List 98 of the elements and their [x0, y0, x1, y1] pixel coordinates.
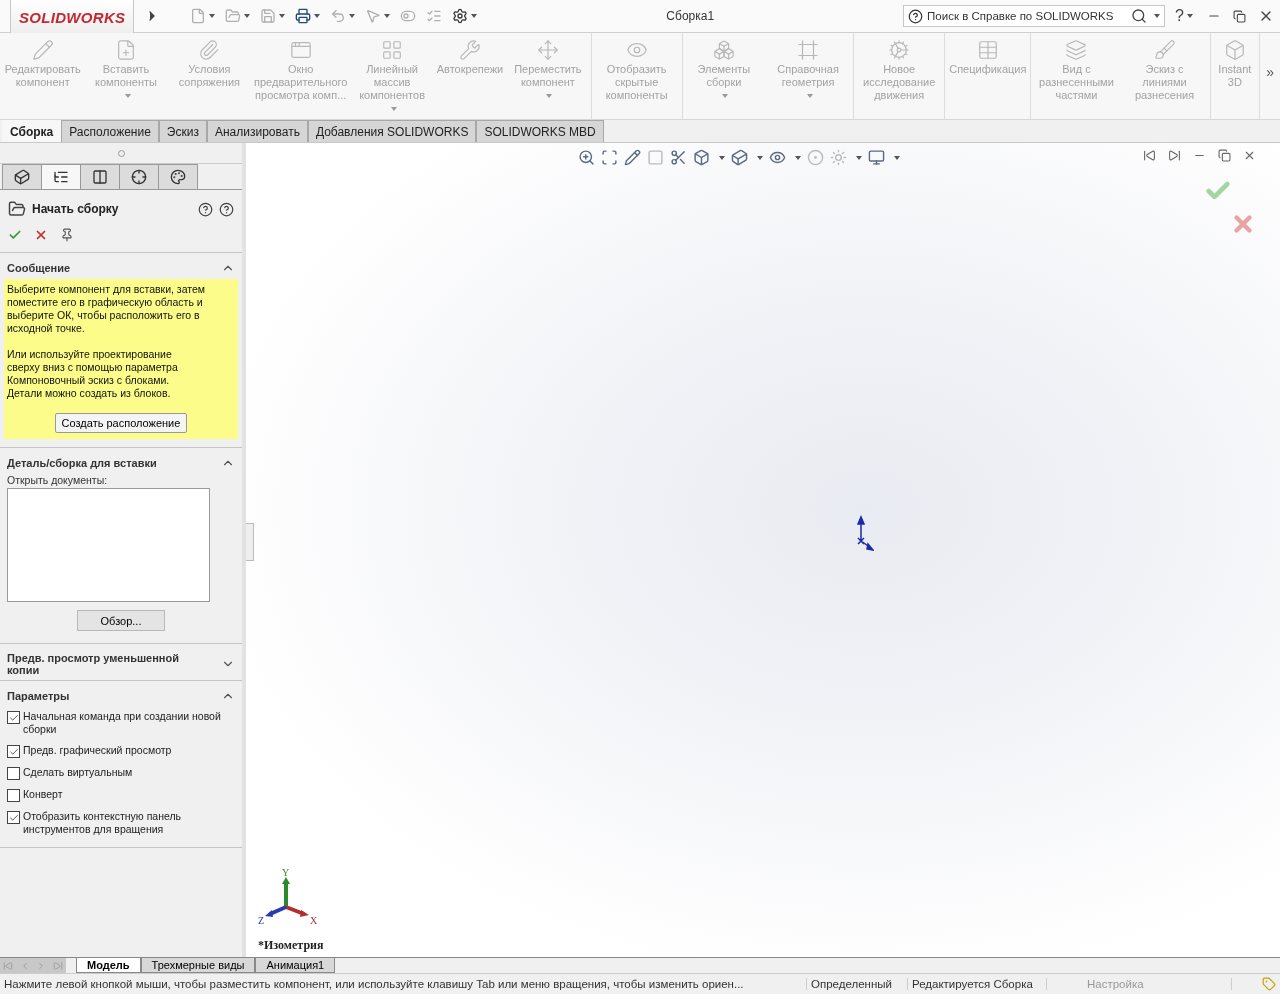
- browse-button[interactable]: Обзор...: [77, 610, 165, 631]
- cancel-icon[interactable]: [34, 228, 48, 242]
- model-tab[interactable]: Анимация1: [255, 958, 336, 973]
- axis-label: Y: [282, 869, 290, 878]
- file-plus-icon: [115, 39, 137, 61]
- view-name: *Изометрия: [258, 938, 324, 953]
- units-menu[interactable]: Настройка: [1047, 978, 1232, 990]
- status-mode: Редактируется Сборка: [908, 978, 1047, 990]
- logo: SOLIDWORKS: [10, 0, 135, 35]
- checkbox[interactable]: [7, 789, 20, 802]
- boxes-icon: [712, 39, 735, 61]
- cube-icon: [14, 169, 30, 185]
- status-state: Определенный: [807, 978, 908, 990]
- create-layout-button[interactable]: Создать расположение: [54, 413, 188, 433]
- scissors-icon[interactable]: [670, 149, 687, 166]
- overflow-button[interactable]: »: [1260, 63, 1280, 81]
- settings-icon[interactable]: [452, 8, 469, 24]
- panel-tab[interactable]: [41, 164, 81, 189]
- panel-tab[interactable]: [158, 164, 198, 189]
- checkbox[interactable]: [7, 711, 20, 724]
- ok-icon[interactable]: [8, 228, 22, 242]
- graphics-area[interactable]: Y Z X *Изометрия: [246, 143, 1280, 957]
- field-label: Открыть документы:: [6, 474, 109, 488]
- eye-icon[interactable]: [769, 149, 786, 166]
- window-title: Сборка1: [665, 9, 716, 23]
- folder-icon: [8, 200, 26, 218]
- cog-icon: [888, 39, 911, 61]
- printer-icon[interactable]: [295, 8, 312, 24]
- command-tab[interactable]: Расположение: [61, 120, 159, 142]
- origin-drawing: [854, 515, 874, 551]
- grid-icon: [381, 39, 404, 61]
- help-icon[interactable]: [198, 201, 213, 217]
- command-tab[interactable]: Добавления SOLIDWORKS: [307, 120, 477, 142]
- axis-label: Z: [258, 915, 265, 925]
- status-message: Нажмите левой кнопкой мыши, чтобы разместить компонент, или используйте клавишу Tab или меню вращения, чтобы изменить ориен...: [0, 978, 807, 990]
- section-title: Сообщение: [7, 262, 71, 274]
- axis-triad-drawing: [265, 877, 309, 917]
- help-button[interactable]: ?: [1175, 7, 1184, 25]
- pencil-icon: [31, 39, 54, 61]
- pencil-icon[interactable]: [624, 149, 641, 166]
- model-tab[interactable]: Трехмерные виды: [140, 958, 256, 973]
- restore-icon[interactable]: [1233, 9, 1246, 23]
- zoom-in-icon[interactable]: [578, 149, 595, 166]
- wrench-icon: [458, 39, 481, 61]
- panel-title: Начать сборку: [32, 202, 120, 216]
- message-text: Выберите компонент для вставки, затем поместите его в графическую область и выберите ОК, чтобы расположить его в исходной точке.: [7, 283, 207, 335]
- restore-icon[interactable]: [1218, 149, 1231, 162]
- monitor-icon[interactable]: [868, 149, 885, 166]
- box-icon[interactable]: [693, 149, 710, 166]
- command-tab[interactable]: Анализировать: [206, 120, 308, 142]
- checklist-icon[interactable]: [426, 8, 443, 24]
- checkbox-label: Конверт: [23, 788, 63, 801]
- palette-icon: [170, 169, 186, 185]
- window-icon: [289, 39, 312, 61]
- checkbox-label: Предв. графический просмотр: [23, 744, 172, 757]
- move-icon: [536, 39, 559, 61]
- crosshair-icon: [131, 169, 147, 185]
- table-icon: [976, 39, 999, 61]
- zoom-area-icon[interactable]: [601, 149, 618, 166]
- pin-icon[interactable]: [60, 228, 74, 242]
- panel-tab[interactable]: [119, 164, 159, 189]
- check-icon: [8, 746, 19, 757]
- command-tab[interactable]: SOLIDWORKS MBD: [476, 120, 604, 142]
- layers-icon: [1065, 39, 1088, 61]
- axis-label: X: [310, 915, 318, 925]
- search-bar[interactable]: Поиск в Справке по SOLIDWORKS: [903, 5, 1166, 27]
- check-icon: [8, 712, 19, 723]
- list-icon: [53, 169, 69, 185]
- section-title: Деталь/сборка для вставки: [7, 457, 157, 469]
- panel-tab[interactable]: [2, 164, 42, 189]
- section-title: Предв. просмотр уменьшенной копии: [7, 652, 180, 676]
- command-tab[interactable]: Сборка: [2, 120, 62, 142]
- paperclip-icon: [198, 39, 221, 61]
- box-icon: [1223, 39, 1246, 61]
- checkbox[interactable]: [7, 811, 20, 824]
- check-icon: [8, 812, 19, 823]
- toggle-icon[interactable]: [400, 8, 417, 24]
- close-icon[interactable]: [1243, 149, 1256, 162]
- command-tab[interactable]: Эскиз: [158, 120, 207, 142]
- cube-icon[interactable]: [731, 149, 748, 166]
- search-icon: [1131, 8, 1148, 24]
- tile-right-icon[interactable]: [1168, 149, 1181, 162]
- tile-left-icon[interactable]: [1143, 149, 1156, 162]
- checkbox[interactable]: [7, 745, 20, 758]
- frame-icon: [797, 39, 820, 61]
- documents-list[interactable]: [7, 488, 210, 602]
- splitter-handle[interactable]: [246, 523, 254, 561]
- checkbox-label: Сделать виртуальным: [23, 766, 133, 779]
- checkbox-label: Отобразить контекстную панель инструментов для вращения: [23, 810, 183, 836]
- checkbox[interactable]: [7, 767, 20, 780]
- section-title: Параметры: [7, 690, 70, 702]
- message-text: Или используйте проектирование сверху вниз с помощью параметра Компоновочный эскиз с блоками. Детали можно создать из блоков.: [7, 348, 179, 400]
- panel-tab[interactable]: [80, 164, 120, 189]
- model-tab[interactable]: Модель: [76, 958, 141, 973]
- help-icon: [908, 8, 924, 24]
- help-icon[interactable]: [219, 201, 234, 217]
- brush-icon: [1153, 39, 1176, 61]
- checkbox-label: Начальная команда при создании новой сборки: [23, 710, 222, 736]
